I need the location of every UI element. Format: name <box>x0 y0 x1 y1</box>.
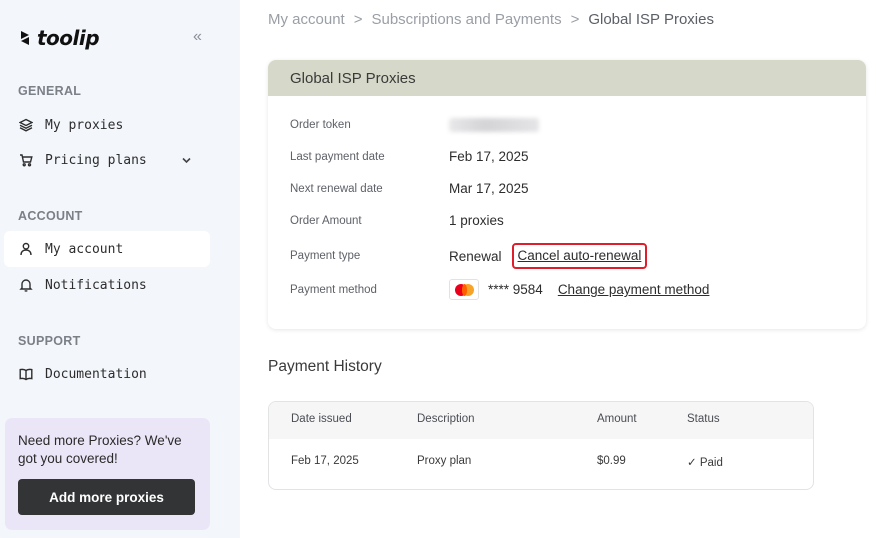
breadcrumb: My account > Subscriptions and Payments … <box>268 11 714 28</box>
sidebar: toolip « GENERAL My proxies Pricing plan… <box>0 0 240 538</box>
collapse-sidebar-icon[interactable]: « <box>193 28 202 46</box>
row-description: Proxy plan <box>417 455 472 467</box>
breadcrumb-current: Global ISP Proxies <box>588 11 714 28</box>
mastercard-icon <box>449 279 479 300</box>
row-amount: $0.99 <box>597 455 626 467</box>
check-icon: ✓ <box>687 457 697 469</box>
logo[interactable]: toolip <box>18 26 100 50</box>
cancel-auto-renewal-link[interactable]: Cancel auto-renewal <box>518 248 642 263</box>
sidebar-item-label: My proxies <box>45 117 124 133</box>
section-title-support: SUPPORT <box>18 334 81 348</box>
sidebar-item-my-proxies[interactable]: My proxies <box>4 107 210 143</box>
next-renewal-value: Mar 17, 2025 <box>449 181 529 196</box>
promo-card: Need more Proxies? We've got you covered… <box>5 418 210 530</box>
toolip-logo-icon <box>21 31 29 45</box>
table-header: Date issued Description Amount Status <box>269 402 813 439</box>
user-icon <box>19 242 33 256</box>
card-header: Global ISP Proxies <box>268 60 866 96</box>
sidebar-item-label: Notifications <box>45 277 147 293</box>
column-header-status: Status <box>687 413 720 425</box>
column-header-description: Description <box>417 413 475 425</box>
last-payment-label: Last payment date <box>290 150 385 163</box>
last-payment-row: Last payment date Feb 17, 2025 <box>290 149 529 164</box>
card-number: **** 9584 <box>488 282 543 297</box>
breadcrumb-my-account[interactable]: My account <box>268 11 345 28</box>
card-title: Global ISP Proxies <box>290 69 416 87</box>
chevron-down-icon[interactable] <box>181 153 192 171</box>
row-status: ✓ Paid <box>687 455 723 469</box>
breadcrumb-separator: > <box>353 11 363 28</box>
payment-history-title: Payment History <box>268 358 382 375</box>
payment-method-row: Payment method **** 9584 Change payment … <box>290 279 709 300</box>
table-row: Feb 17, 2025 Proxy plan $0.99 ✓ Paid <box>269 439 813 489</box>
status-text: Paid <box>699 457 723 469</box>
order-amount-value: 1 proxies <box>449 213 504 228</box>
sidebar-item-label: Documentation <box>45 366 147 382</box>
payment-type-row: Payment type Renewal Cancel auto-renewal <box>290 243 648 269</box>
order-token-value-redacted <box>449 118 539 132</box>
section-title-general: GENERAL <box>18 84 82 98</box>
cancel-highlight: Cancel auto-renewal <box>511 243 648 269</box>
logo-text: toolip <box>37 26 100 50</box>
sidebar-item-notifications[interactable]: Notifications <box>4 267 210 303</box>
column-header-amount: Amount <box>597 413 637 425</box>
order-amount-label: Order Amount <box>290 214 362 227</box>
promo-text: Need more Proxies? We've got you covered… <box>18 433 182 466</box>
bell-icon <box>19 278 33 292</box>
payment-history-table: Date issued Description Amount Status Fe… <box>268 401 814 490</box>
next-renewal-row: Next renewal date Mar 17, 2025 <box>290 181 529 196</box>
payment-method-label: Payment method <box>290 283 377 296</box>
row-date: Feb 17, 2025 <box>291 455 359 467</box>
sidebar-item-label: Pricing plans <box>45 152 147 168</box>
breadcrumb-subscriptions[interactable]: Subscriptions and Payments <box>371 11 561 28</box>
next-renewal-label: Next renewal date <box>290 182 383 195</box>
section-title-account: ACCOUNT <box>18 209 83 223</box>
sidebar-item-pricing-plans[interactable]: Pricing plans <box>4 142 210 178</box>
column-header-date: Date issued <box>291 413 352 425</box>
cart-icon <box>19 153 33 167</box>
order-details-card: Global ISP Proxies Order token Last paym… <box>268 60 866 329</box>
breadcrumb-separator: > <box>570 11 580 28</box>
sidebar-item-my-account[interactable]: My account <box>4 231 210 267</box>
order-token-label: Order token <box>290 119 351 131</box>
sidebar-item-label: My account <box>45 241 124 257</box>
payment-type-label: Payment type <box>290 250 361 262</box>
sidebar-item-documentation[interactable]: Documentation <box>4 356 210 392</box>
payment-type-value: Renewal <box>449 248 502 264</box>
change-payment-method-link[interactable]: Change payment method <box>558 282 710 297</box>
add-more-proxies-button[interactable]: Add more proxies <box>18 479 195 515</box>
order-token-row: Order token <box>290 118 539 132</box>
order-amount-row: Order Amount 1 proxies <box>290 213 504 228</box>
layers-icon <box>19 118 33 132</box>
last-payment-value: Feb 17, 2025 <box>449 149 529 164</box>
book-icon <box>19 367 33 381</box>
